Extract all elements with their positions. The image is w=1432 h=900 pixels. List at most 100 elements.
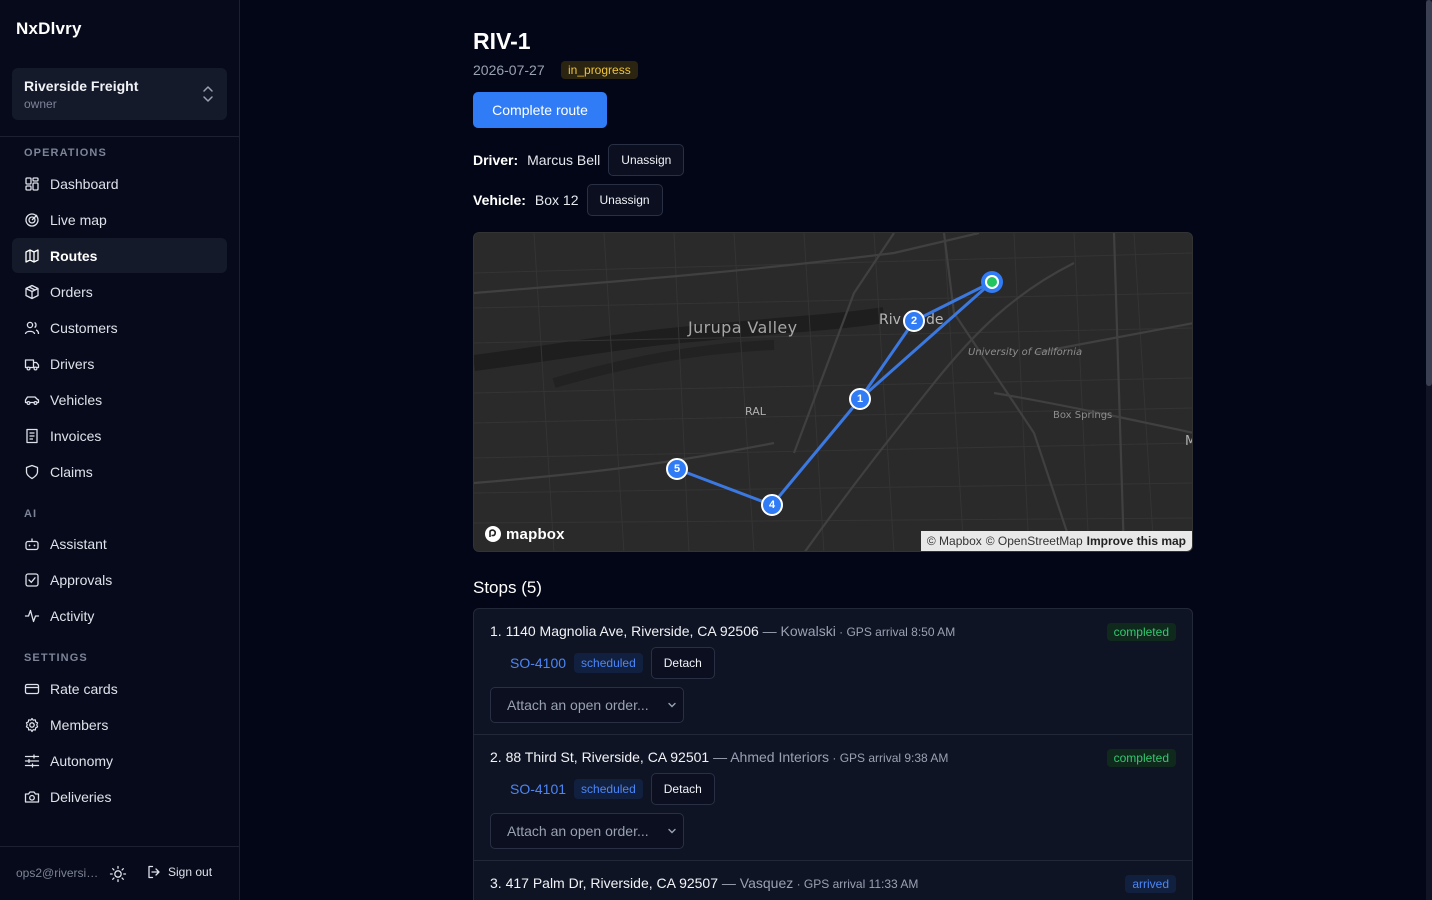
sidebar-item-label: Rate cards — [50, 680, 118, 697]
scrollbar-thumb[interactable] — [1426, 0, 1432, 386]
stop-item: 1. 1140 Magnolia Ave, Riverside, CA 9250… — [474, 609, 1192, 735]
driver-row: Driver: Marcus Bell Unassign — [473, 144, 685, 176]
sidebar-item-drivers[interactable]: Drivers — [12, 346, 227, 381]
stop-address: 3. 417 Palm Dr, Riverside, CA 92507 — [490, 875, 719, 891]
mapbox-wordmark: mapbox — [506, 525, 565, 543]
stop-marker-2[interactable]: 2 — [903, 310, 925, 332]
car-icon — [24, 392, 40, 408]
shield-icon — [24, 464, 40, 480]
stops-list: 1. 1140 Magnolia Ave, Riverside, CA 9250… — [473, 608, 1193, 900]
activity-icon — [24, 608, 40, 624]
section-settings: SETTINGS — [24, 652, 88, 664]
stop-summary: 3. 417 Palm Dr, Riverside, CA 92507 — Va… — [490, 875, 918, 891]
sidebar-item-label: Deliveries — [50, 788, 112, 805]
unassign-vehicle-button[interactable]: Unassign — [586, 184, 663, 216]
stop-marker-1[interactable]: 1 — [849, 388, 871, 410]
sidebar-item-live-map[interactable]: Live map — [12, 202, 227, 237]
stop-gps: · GPS arrival 8:50 AM — [835, 625, 956, 639]
order-link[interactable]: SO-4100 — [510, 655, 566, 671]
sign-out-label: Sign out — [168, 865, 213, 879]
stop-item: 2. 88 Third St, Riverside, CA 92501 — Ah… — [474, 735, 1192, 861]
map-attribution: © Mapbox © OpenStreetMap Improve this ma… — [920, 531, 1192, 551]
dashboard-icon — [24, 176, 40, 192]
section-ai: AI — [24, 508, 38, 520]
org-name: Riverside Freight — [24, 78, 139, 94]
package-icon — [24, 284, 40, 300]
stop-marker-4[interactable]: 4 — [761, 494, 783, 516]
org-switcher[interactable]: Riverside Freight owner — [12, 68, 227, 120]
route-date: 2026-07-27 — [473, 62, 545, 78]
mapbox-logo: mapbox — [484, 525, 565, 543]
section-operations: OPERATIONS — [24, 147, 107, 159]
radar-icon — [24, 212, 40, 228]
driver-name: Marcus Bell — [527, 152, 601, 168]
sidebar-item-vehicles[interactable]: Vehicles — [12, 382, 227, 417]
sidebar-item-invoices[interactable]: Invoices — [12, 418, 227, 453]
sun-icon[interactable] — [109, 865, 127, 883]
stop-status-badge: completed — [1106, 623, 1176, 641]
sidebar-divider — [0, 136, 239, 137]
chevron-down-icon — [668, 828, 676, 834]
sliders-icon — [24, 753, 40, 769]
sidebar-item-approvals[interactable]: Approvals — [12, 562, 227, 597]
sidebar-item-label: Customers — [50, 319, 118, 336]
stop-gps: · GPS arrival 11:33 AM — [793, 877, 919, 891]
sidebar-item-members[interactable]: Members — [12, 707, 227, 742]
sidebar-item-label: Live map — [50, 211, 107, 228]
unassign-driver-button[interactable]: Unassign — [608, 144, 685, 176]
stop-summary: 2. 88 Third St, Riverside, CA 92501 — Ah… — [490, 749, 948, 765]
sidebar-item-customers[interactable]: Customers — [12, 310, 227, 345]
gear-icon — [24, 717, 40, 733]
user-email: ops2@riverside-freight.com — [16, 866, 100, 880]
attach-order-placeholder: Attach an open order... — [507, 697, 649, 713]
sign-out-button[interactable]: Sign out — [147, 865, 212, 879]
vehicle-label: Vehicle: — [473, 192, 526, 208]
sidebar-item-routes[interactable]: Routes — [12, 238, 227, 273]
complete-route-button[interactable]: Complete route — [473, 92, 607, 128]
sidebar-item-autonomy[interactable]: Autonomy — [12, 743, 227, 778]
sidebar-item-rate-cards[interactable]: Rate cards — [12, 671, 227, 706]
origin-marker[interactable] — [979, 269, 1005, 295]
stop-status-badge: completed — [1106, 749, 1176, 767]
sidebar-item-label: Assistant — [50, 535, 107, 552]
sidebar-item-label: Activity — [50, 607, 95, 624]
sidebar-item-dashboard[interactable]: Dashboard — [12, 166, 227, 201]
chevron-up-down-icon — [203, 86, 213, 102]
sidebar-item-label: Members — [50, 716, 109, 733]
vehicle-row: Vehicle: Box 12 Unassign — [473, 184, 663, 216]
sidebar-item-activity[interactable]: Activity — [12, 598, 227, 633]
sidebar-item-assistant[interactable]: Assistant — [12, 526, 227, 561]
sidebar-item-orders[interactable]: Orders — [12, 274, 227, 309]
driver-label: Driver: — [473, 152, 519, 168]
attr-mapbox-link[interactable]: © Mapbox — [927, 531, 982, 551]
attr-osm-link[interactable]: © OpenStreetMap — [986, 531, 1083, 551]
sidebar-footer-divider — [0, 846, 239, 847]
log-out-icon — [148, 865, 160, 879]
sidebar-item-label: Claims — [50, 463, 93, 480]
stop-address: 2. 88 Third St, Riverside, CA 92501 — [490, 749, 710, 765]
sidebar-item-claims[interactable]: Claims — [12, 454, 227, 489]
stops-heading: Stops (5) — [473, 578, 542, 597]
detach-button[interactable]: Detach — [650, 773, 715, 805]
detach-button[interactable]: Detach — [650, 647, 715, 679]
sidebar-item-deliveries[interactable]: Deliveries — [12, 779, 227, 814]
improve-map-link[interactable]: Improve this map — [1087, 531, 1186, 551]
sidebar-item-label: Autonomy — [50, 752, 114, 769]
order-row: SO-4100 scheduled Detach — [510, 647, 715, 679]
stop-customer: — Ahmed Interiors — [709, 749, 830, 765]
stop-marker-5[interactable]: 5 — [666, 458, 688, 480]
sidebar-item-label: Orders — [50, 283, 93, 300]
attach-order-select[interactable]: Attach an open order... — [490, 687, 684, 723]
sidebar-item-label: Routes — [50, 247, 98, 264]
scrollbar[interactable] — [1426, 0, 1432, 900]
sidebar-item-label: Invoices — [50, 427, 102, 444]
stop-gps: · GPS arrival 9:38 AM — [829, 751, 949, 765]
stop-item: 3. 417 Palm Dr, Riverside, CA 92507 — Va… — [474, 861, 1192, 900]
route-map[interactable]: Jurupa Valley Riv de University of Calif… — [473, 232, 1193, 552]
sidebar-item-label: Approvals — [50, 571, 113, 588]
order-link[interactable]: SO-4101 — [510, 781, 566, 797]
attach-order-select[interactable]: Attach an open order... — [490, 813, 684, 849]
stop-customer: — Kowalski — [758, 623, 836, 639]
attach-order-placeholder: Attach an open order... — [507, 823, 649, 839]
org-role: owner — [24, 97, 57, 111]
